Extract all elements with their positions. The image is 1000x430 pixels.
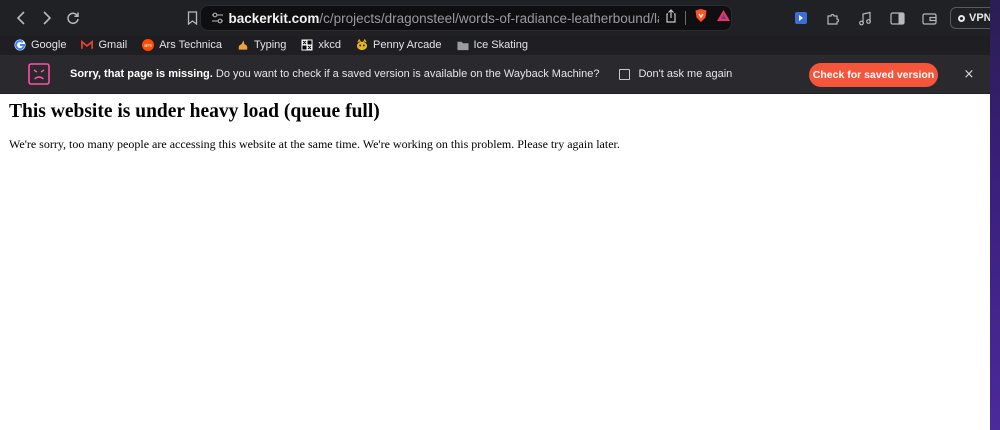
desktop-background (990, 0, 1000, 430)
page-content: This website is under heavy load (queue … (0, 94, 990, 430)
forward-button[interactable] (34, 5, 60, 31)
banner-title: Sorry, that page is missing. (70, 68, 213, 80)
reload-icon (67, 12, 79, 25)
media-music-icon[interactable] (854, 7, 876, 29)
bookmark-label: Ars Technica (159, 39, 222, 51)
bookmark-gmail[interactable]: Gmail (81, 39, 127, 51)
bookmarks-bar: Google Gmail ars Ars Technica Typing xkc… (0, 36, 990, 54)
bookmark-icon (187, 11, 197, 25)
bookmark-label: Gmail (98, 39, 128, 51)
chevron-right-icon (43, 11, 52, 25)
vpn-label: VPN (969, 12, 992, 24)
url-host: backerkit.com (228, 10, 320, 26)
folder-icon (457, 39, 469, 51)
banner-message: Sorry, that page is missing. Do you want… (70, 68, 599, 80)
brave-rewards-icon[interactable] (716, 9, 731, 27)
back-button[interactable] (8, 5, 34, 31)
xkcd-icon (301, 39, 313, 51)
page-message: We're sorry, too many people are accessi… (9, 137, 620, 151)
penny-arcade-icon (356, 39, 368, 51)
bookmark-typing[interactable]: Typing (237, 39, 286, 51)
wayback-banner: Sorry, that page is missing. Do you want… (0, 55, 990, 93)
brave-shields-icon[interactable] (694, 8, 708, 28)
address-bar[interactable]: backerkit.com/c/projects/dragonsteel/wor… (200, 5, 732, 31)
checkbox-label: Don't ask me again (638, 68, 733, 80)
bookmark-google[interactable]: Google (14, 39, 66, 51)
bookmark-penny-arcade[interactable]: Penny Arcade (356, 39, 442, 51)
page-heading: This website is under heavy load (queue … (9, 101, 380, 122)
typing-icon (237, 39, 249, 51)
browser-toolbar: backerkit.com/c/projects/dragonsteel/wor… (0, 0, 1000, 36)
google-icon (14, 39, 26, 51)
bookmark-folder-ice-skating[interactable]: Ice Skating (457, 39, 528, 51)
bookmark-label: Ice Skating (473, 39, 528, 51)
bookmark-ars-technica[interactable]: ars Ars Technica (142, 39, 222, 51)
bookmark-page-button[interactable] (182, 7, 202, 29)
close-icon[interactable]: × (961, 65, 977, 83)
url-text[interactable]: backerkit.com/c/projects/dragonsteel/wor… (229, 11, 659, 26)
reload-button[interactable] (60, 5, 86, 31)
chevron-left-icon (16, 11, 25, 25)
url-divider (685, 11, 686, 25)
browser-window: backerkit.com/c/projects/dragonsteel/wor… (0, 0, 1000, 430)
share-icon[interactable] (665, 8, 677, 28)
check-saved-version-button[interactable]: Check for saved version (809, 63, 938, 87)
bookmark-label: xkcd (318, 39, 342, 51)
dont-ask-checkbox[interactable]: Don't ask me again (619, 68, 732, 80)
bookmark-label: Google (31, 39, 67, 51)
extensions-puzzle-icon[interactable] (822, 7, 844, 29)
bookmark-label: Penny Arcade (373, 39, 442, 51)
sad-face-icon (28, 63, 50, 85)
wallet-icon[interactable] (918, 7, 940, 29)
svg-text:ars: ars (144, 43, 152, 49)
checkbox-box[interactable] (619, 68, 631, 80)
sidebar-toggle-icon[interactable] (886, 7, 908, 29)
bookmark-label: Typing (254, 39, 287, 51)
site-settings-icon[interactable] (207, 12, 229, 24)
bookmark-xkcd[interactable]: xkcd (301, 39, 341, 51)
ars-technica-icon: ars (142, 39, 155, 51)
url-path: /c/projects/dragonsteel/words-of-radianc… (319, 10, 659, 26)
banner-body: Do you want to check if a saved version … (215, 68, 600, 80)
vpn-status-icon (958, 14, 965, 22)
gmail-icon (81, 39, 94, 51)
extension-blue-icon[interactable] (790, 7, 812, 29)
